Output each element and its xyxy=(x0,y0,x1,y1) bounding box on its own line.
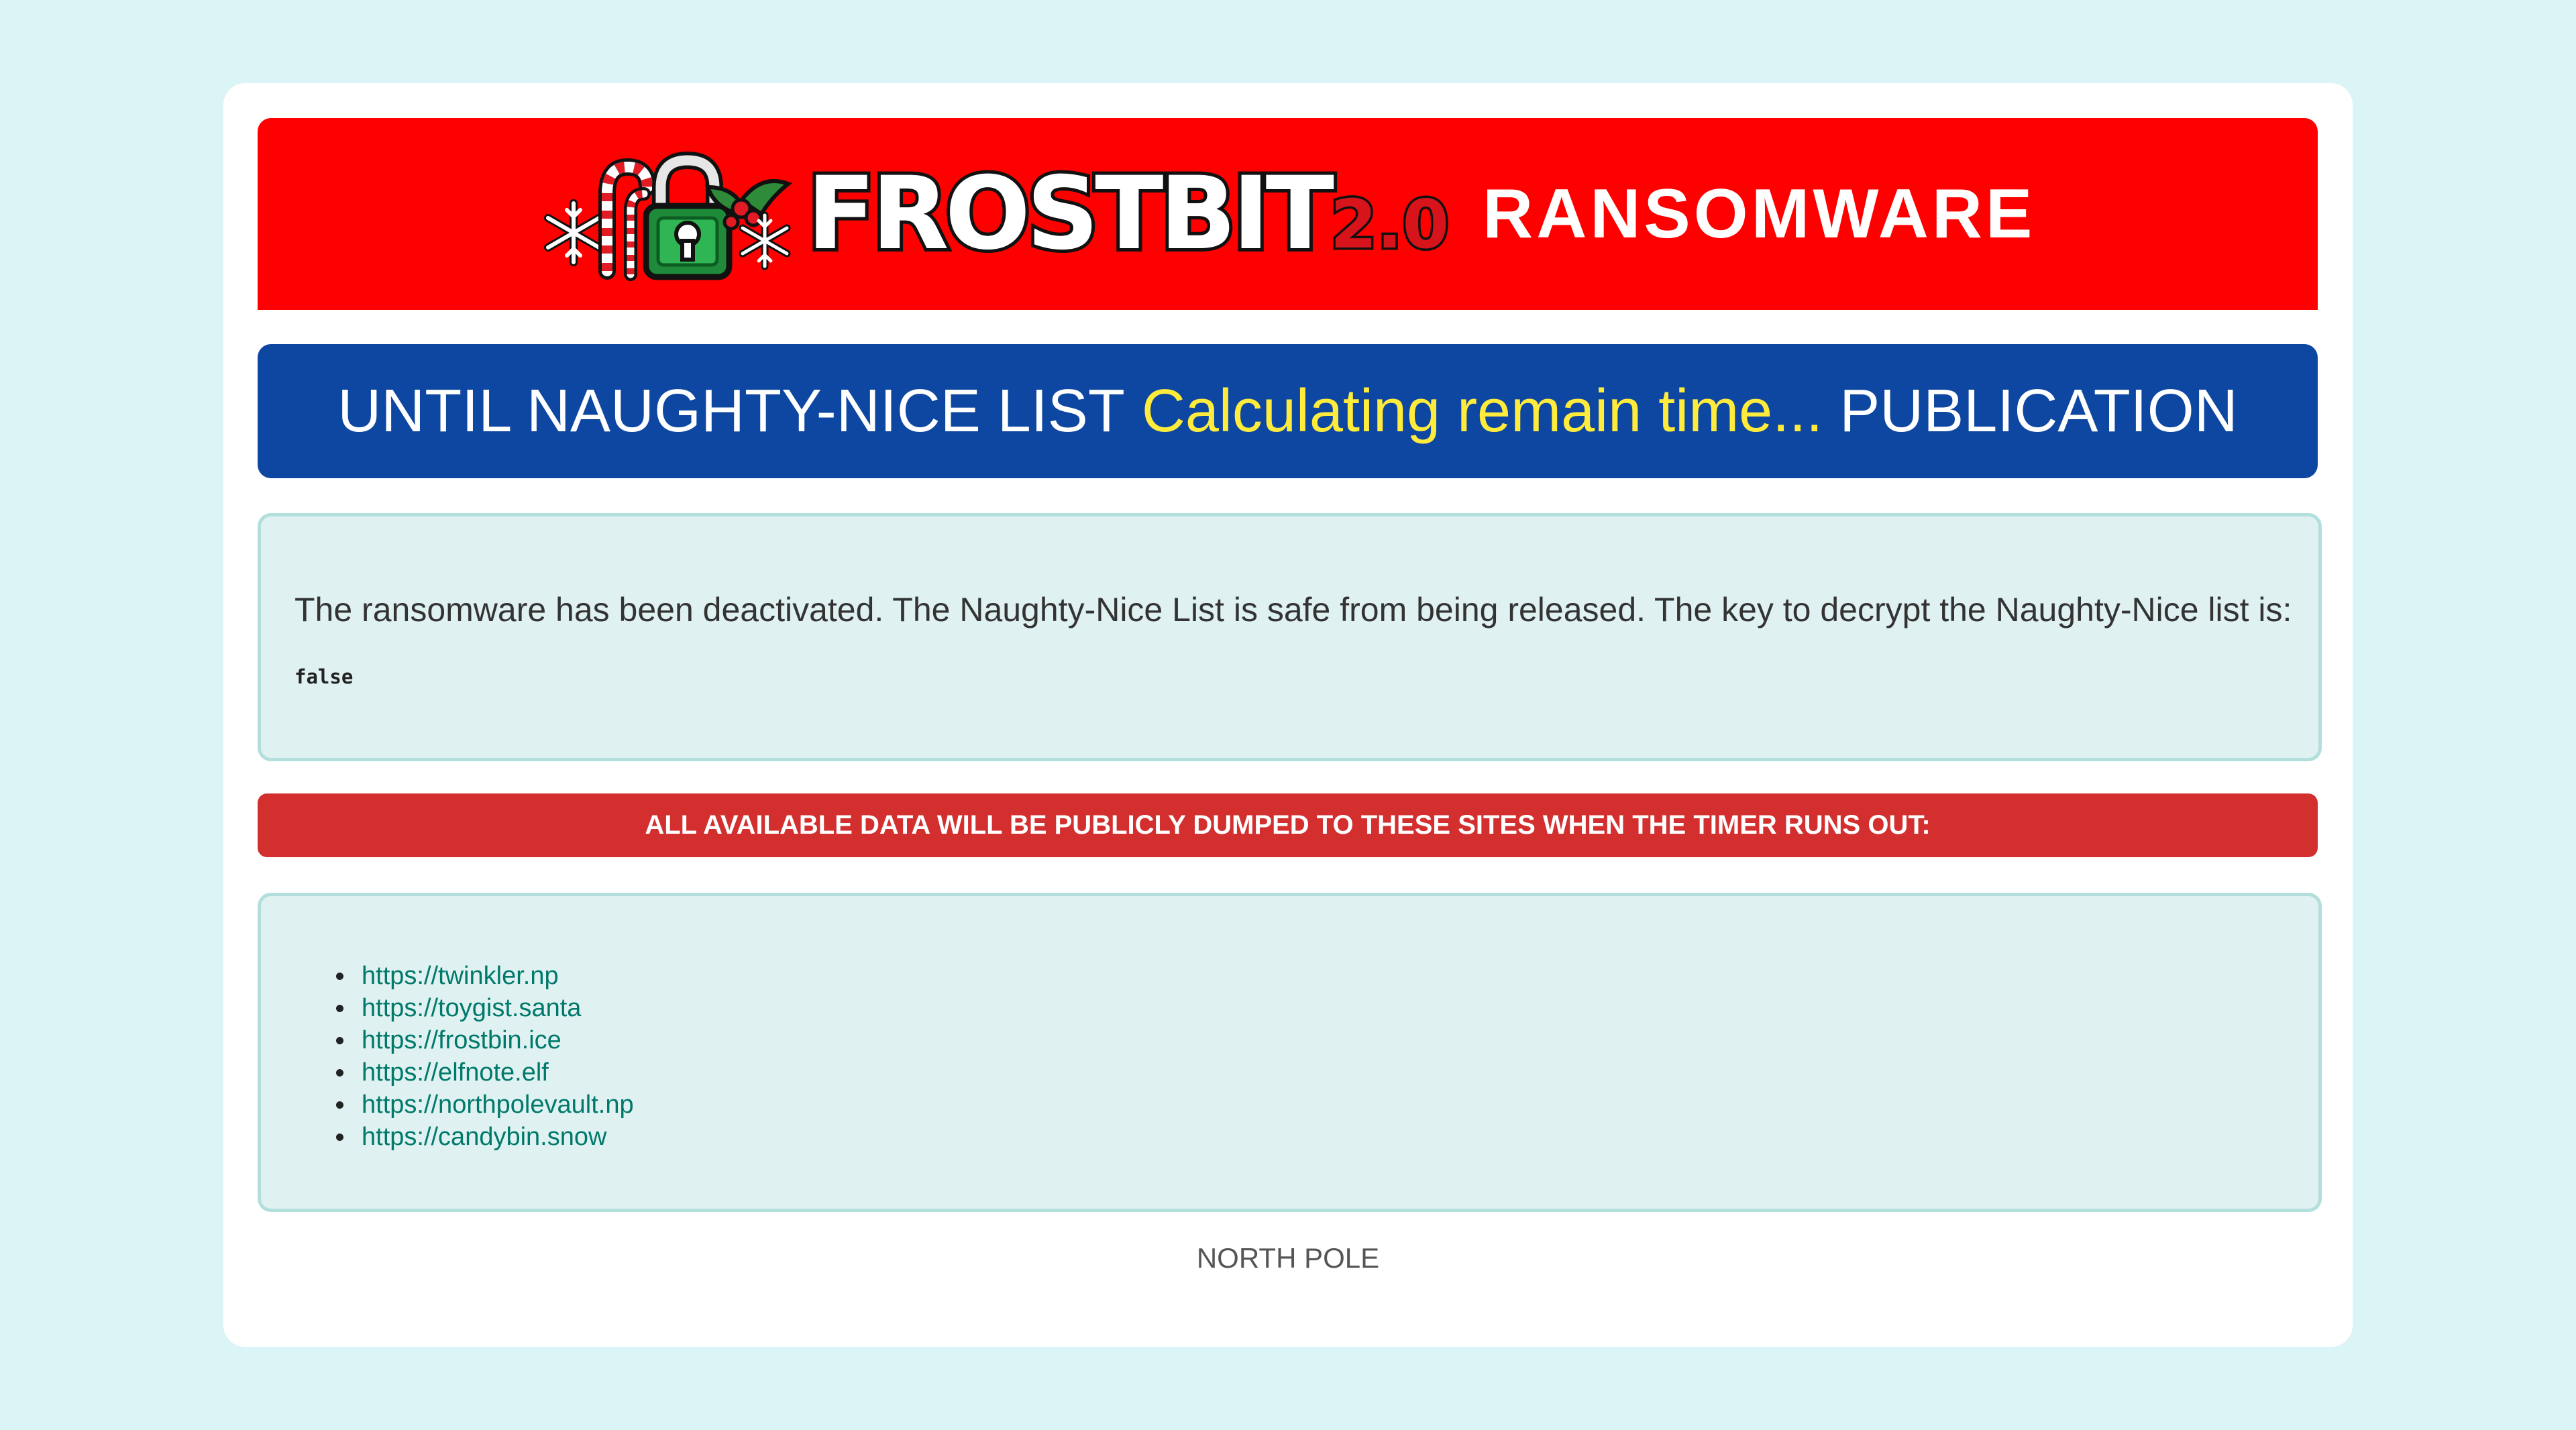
logo-version: 2.0 xyxy=(1328,185,1451,264)
list-item: https://frostbin.ice xyxy=(336,1024,634,1056)
logo-decoration-icons xyxy=(543,151,792,281)
countdown-banner: UNTIL NAUGHTY-NICE LIST Calculating rema… xyxy=(258,344,2318,478)
countdown-prefix: UNTIL NAUGHTY-NICE LIST xyxy=(337,377,1125,445)
logo-word: FROSTBIT xyxy=(804,156,1338,272)
leak-sites-panel: https://twinkler.np https://toygist.sant… xyxy=(258,893,2322,1212)
footer-text: NORTH POLE xyxy=(1196,1242,1380,1274)
list-item: https://candybin.snow xyxy=(336,1121,634,1153)
decryption-key: false xyxy=(294,665,354,688)
padlock-icon xyxy=(643,151,733,280)
list-item: https://toygist.santa xyxy=(336,992,634,1024)
leak-sites-list: https://twinkler.np https://toygist.sant… xyxy=(336,960,634,1153)
countdown-suffix: PUBLICATION xyxy=(1839,377,2238,445)
banner-title: RANSOMWARE xyxy=(1483,174,2036,253)
site-link-northpolevault[interactable]: https://northpolevault.np xyxy=(362,1091,634,1119)
candy-cane-icon xyxy=(598,158,656,281)
list-item: https://northpolevault.np xyxy=(336,1089,634,1121)
status-message-panel: The ransomware has been deactivated. The… xyxy=(258,513,2322,761)
ransom-card: FROSTBIT 2.0 RANSOMWARE UNTIL NAUGHTY-NI… xyxy=(223,83,2353,1347)
status-message: The ransomware has been deactivated. The… xyxy=(294,591,2292,628)
list-item: https://elfnote.elf xyxy=(336,1056,634,1089)
warning-banner: ALL AVAILABLE DATA WILL BE PUBLICLY DUMP… xyxy=(258,793,2318,857)
header-banner: FROSTBIT 2.0 RANSOMWARE xyxy=(258,118,2318,310)
site-link-toygist[interactable]: https://toygist.santa xyxy=(362,994,581,1022)
list-item: https://twinkler.np xyxy=(336,960,634,992)
site-link-twinkler[interactable]: https://twinkler.np xyxy=(362,962,559,990)
site-link-frostbin[interactable]: https://frostbin.ice xyxy=(362,1026,561,1054)
site-link-elfnote[interactable]: https://elfnote.elf xyxy=(362,1058,549,1087)
frostbit-logo: FROSTBIT 2.0 xyxy=(540,147,1452,281)
countdown-value: Calculating remain time... xyxy=(1141,377,1823,445)
site-link-candybin[interactable]: https://candybin.snow xyxy=(362,1123,606,1151)
